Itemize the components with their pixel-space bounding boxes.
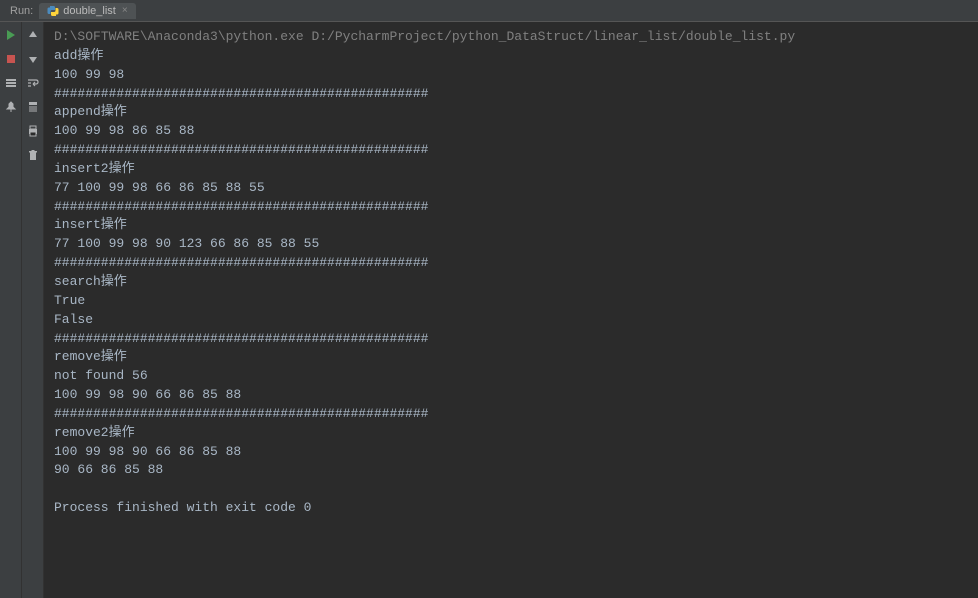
console-line: ########################################… xyxy=(54,198,968,217)
console-line: append操作 xyxy=(54,103,968,122)
run-main-area: D:\SOFTWARE\Anaconda3\python.exe D:/Pych… xyxy=(0,22,978,598)
console-line: Process finished with exit code 0 xyxy=(54,499,968,518)
console-line: remove操作 xyxy=(54,348,968,367)
console-line: 100 99 98 86 85 88 xyxy=(54,122,968,141)
run-left-toolbar xyxy=(0,22,22,598)
console-line: ########################################… xyxy=(54,405,968,424)
tab-label: double_list xyxy=(63,5,116,17)
console-line: True xyxy=(54,292,968,311)
console-line: 100 99 98 90 66 86 85 88 xyxy=(54,386,968,405)
pin-button[interactable] xyxy=(2,98,20,116)
console-line: 77 100 99 98 90 123 66 86 85 88 55 xyxy=(54,235,968,254)
console-line: search操作 xyxy=(54,273,968,292)
down-trace-button[interactable] xyxy=(24,50,42,68)
soft-wrap-button[interactable] xyxy=(24,74,42,92)
run-label: Run: xyxy=(4,5,39,17)
console-line xyxy=(54,480,968,499)
console-line: 100 99 98 90 66 86 85 88 xyxy=(54,443,968,462)
console-line: 77 100 99 98 66 86 85 88 55 xyxy=(54,179,968,198)
console-line: insert2操作 xyxy=(54,160,968,179)
trash-button[interactable] xyxy=(24,146,42,164)
console-line: ########################################… xyxy=(54,330,968,349)
layout-settings-button[interactable] xyxy=(2,74,20,92)
stop-button[interactable] xyxy=(2,50,20,68)
console-line: D:\SOFTWARE\Anaconda3\python.exe D:/Pych… xyxy=(54,28,968,47)
console-output[interactable]: D:\SOFTWARE\Anaconda3\python.exe D:/Pych… xyxy=(44,22,978,598)
run-tool-top-bar: Run: double_list × xyxy=(0,0,978,22)
console-line: insert操作 xyxy=(54,216,968,235)
rerun-button[interactable] xyxy=(2,26,20,44)
console-line: ########################################… xyxy=(54,85,968,104)
print-button[interactable] xyxy=(24,122,42,140)
console-line: 90 66 86 85 88 xyxy=(54,461,968,480)
run-second-toolbar xyxy=(22,22,44,598)
console-line: ########################################… xyxy=(54,254,968,273)
console-line: add操作 xyxy=(54,47,968,66)
close-icon[interactable]: × xyxy=(122,5,128,16)
console-line: remove2操作 xyxy=(54,424,968,443)
scroll-to-end-button[interactable] xyxy=(24,98,42,116)
console-line: False xyxy=(54,311,968,330)
up-trace-button[interactable] xyxy=(24,26,42,44)
console-line: ########################################… xyxy=(54,141,968,160)
console-line: 100 99 98 xyxy=(54,66,968,85)
console-line: not found 56 xyxy=(54,367,968,386)
run-config-tab[interactable]: double_list × xyxy=(39,3,135,19)
python-file-icon xyxy=(47,5,59,17)
